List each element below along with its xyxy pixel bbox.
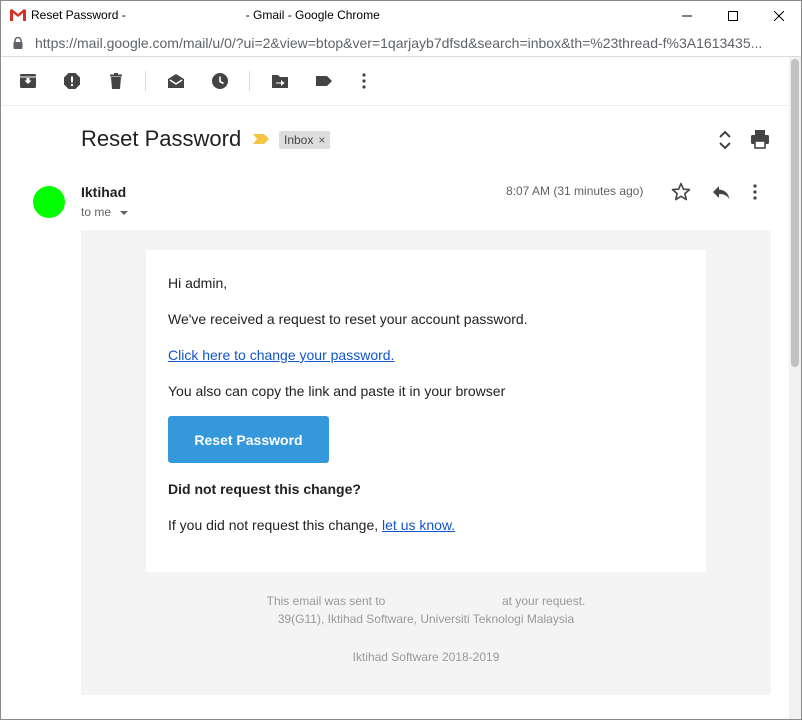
- minimize-icon: [682, 15, 692, 17]
- copy-link-text: You also can copy the link and paste it …: [168, 383, 506, 399]
- more-vert-icon: [362, 73, 366, 89]
- message-toolbar: [1, 57, 801, 106]
- window-title: Reset Password - - Gmail - Google Chrome: [31, 8, 380, 22]
- move-to-icon: [272, 75, 288, 88]
- print-icon[interactable]: [750, 129, 770, 149]
- message-more-icon[interactable]: [753, 184, 757, 200]
- intro-text: We've received a request to reset your a…: [168, 311, 528, 327]
- let-us-know-link[interactable]: let us know.: [382, 517, 455, 533]
- minimize-button[interactable]: [672, 5, 702, 27]
- chevron-down-icon: [120, 210, 129, 215]
- maximize-icon: [728, 11, 738, 21]
- email-subject: Reset Password: [81, 126, 242, 151]
- star-icon[interactable]: [671, 182, 691, 202]
- report-spam-icon: [64, 73, 80, 89]
- toolbar-divider: [145, 71, 146, 91]
- scrollbar-thumb[interactable]: [791, 59, 799, 367]
- report-spam-button[interactable]: [62, 71, 82, 91]
- not-requested-text: If you did not request this change,: [168, 517, 383, 533]
- remove-label-button[interactable]: ×: [318, 133, 325, 147]
- browser-window: Reset Password - - Gmail - Google Chrome…: [0, 0, 802, 720]
- footer-address: 39(G11), Iktihad Software, Universiti Te…: [277, 612, 575, 626]
- footer-copyright: Iktihad Software 2018-2019: [352, 650, 500, 664]
- inbox-label-text: Inbox: [284, 133, 314, 147]
- change-password-link[interactable]: Click here to change your password.: [168, 347, 394, 363]
- move-to-button[interactable]: [270, 71, 290, 91]
- vertical-scrollbar[interactable]: [789, 57, 801, 719]
- reset-password-button[interactable]: Reset Password: [168, 416, 329, 463]
- lock-icon: [13, 37, 23, 49]
- change-password-link-line: Click here to change your password.: [168, 347, 394, 363]
- close-window-button[interactable]: [764, 5, 794, 27]
- message-timestamp: 8:07 AM (31 minutes ago): [506, 184, 644, 198]
- expand-all-icon[interactable]: [715, 129, 735, 151]
- mark-unread-button[interactable]: [166, 71, 186, 91]
- recipient-details[interactable]: to me: [81, 205, 129, 219]
- title-bar: Reset Password - - Gmail - Google Chrome: [1, 1, 801, 31]
- archive-button[interactable]: [18, 71, 38, 91]
- toolbar-divider: [249, 71, 250, 91]
- delete-button[interactable]: [106, 71, 126, 91]
- close-icon: [774, 11, 784, 21]
- question-heading: Did not request this change?: [168, 481, 361, 497]
- email-body: Hi admin, We've received a request to re…: [81, 230, 771, 695]
- labels-button[interactable]: [314, 71, 334, 91]
- archive-icon: [20, 74, 36, 88]
- sender-avatar[interactable]: [33, 186, 65, 218]
- more-actions-button[interactable]: [354, 71, 374, 91]
- mark-unread-icon: [168, 74, 184, 88]
- not-requested-line: If you did not request this change, let …: [168, 517, 455, 533]
- inbox-label-chip: Inbox ×: [279, 131, 331, 149]
- address-bar[interactable]: https://mail.google.com/mail/u/0/?ui=2&v…: [1, 31, 801, 57]
- recipient-text: to me: [81, 205, 112, 219]
- reply-icon[interactable]: [711, 182, 731, 202]
- greeting-text: Hi admin,: [168, 275, 228, 291]
- footer-sent-to: This email was sent to at your request.: [266, 594, 586, 608]
- sender-name[interactable]: Iktihad: [81, 184, 126, 200]
- maximize-button[interactable]: [718, 5, 748, 27]
- importance-marker-icon[interactable]: [253, 134, 269, 144]
- email-card: Hi admin, We've received a request to re…: [146, 250, 706, 572]
- url-text: https://mail.google.com/mail/u/0/?ui=2&v…: [35, 35, 763, 51]
- delete-icon: [110, 73, 122, 89]
- snooze-icon: [212, 73, 228, 89]
- snooze-button[interactable]: [210, 71, 230, 91]
- gmail-logo-icon: [10, 9, 26, 21]
- label-icon: [316, 76, 332, 86]
